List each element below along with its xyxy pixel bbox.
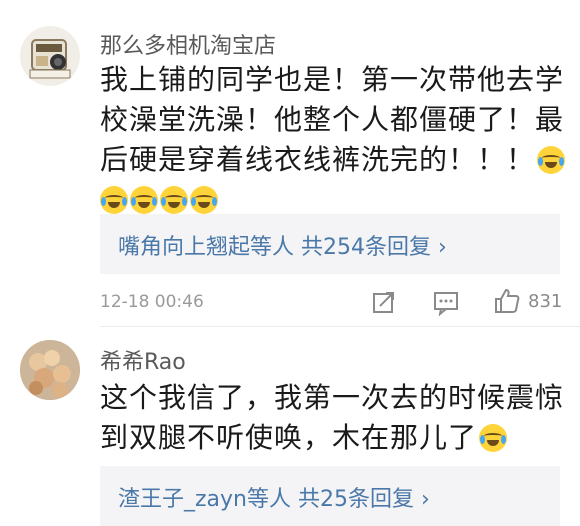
reply-summary-box[interactable]: 渣王子_zayn等人 共25条回复 › (100, 466, 560, 526)
comment-item: 希希Rao 这个我信了，我第一次去的时候震惊 到双腿不听使唤，木在那儿了 渣王子… (0, 0, 580, 526)
comment-text-line: 这个我信了，我第一次去的时候震惊 (100, 381, 565, 414)
chevron-right-icon: › (420, 487, 430, 512)
comment-text-line-text: 到双腿不听使唤，木在那儿了 (100, 421, 478, 454)
reply-summary-link[interactable]: 渣王子_zayn等人 共25条回复 › (118, 481, 430, 513)
username[interactable]: 希希Rao (100, 344, 186, 376)
reply-summary-text: 渣王子_zayn等人 共25条回复 (118, 487, 414, 512)
food-photo-avatar (20, 340, 80, 400)
laughing-tears-emoji (479, 424, 508, 452)
avatar[interactable] (20, 340, 80, 400)
comment-text-line: 到双腿不听使唤，木在那儿了 (100, 418, 560, 458)
comment-text: 这个我信了，我第一次去的时候震惊 到双腿不听使唤，木在那儿了 (100, 378, 565, 458)
